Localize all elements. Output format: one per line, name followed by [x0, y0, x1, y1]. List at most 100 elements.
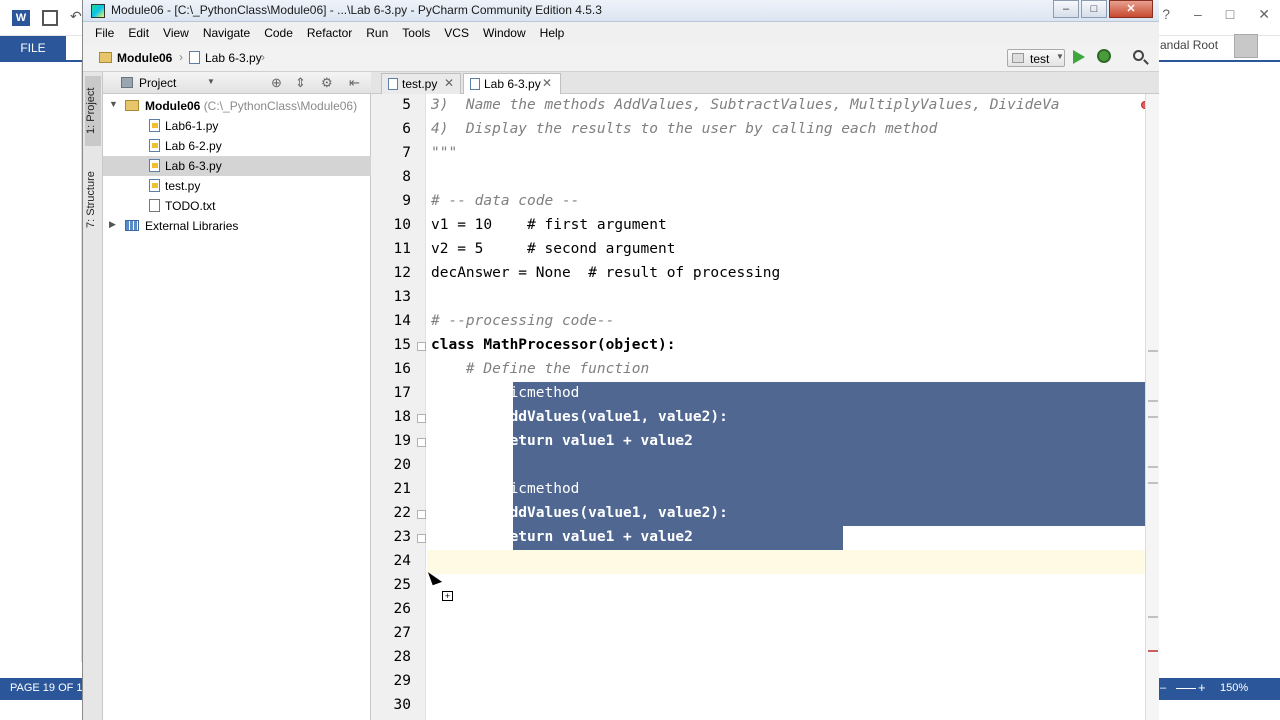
tree-item-file-selected[interactable]: Lab 6-3.py	[103, 156, 371, 176]
folder-icon	[99, 52, 112, 63]
scroll-from-source-icon[interactable]: ⊕	[271, 75, 282, 91]
page-count[interactable]: PAGE 19 OF 1	[10, 682, 83, 694]
code-line: 28	[371, 646, 1145, 670]
close-button[interactable]: ✕	[1258, 6, 1270, 23]
hide-panel-icon[interactable]: ⇤	[349, 75, 360, 91]
breadcrumb-module[interactable]: Module06	[117, 51, 172, 65]
undo-icon[interactable]: ↶	[70, 8, 82, 25]
maximize-button[interactable]: □	[1226, 6, 1234, 23]
menu-view[interactable]: View	[163, 26, 189, 40]
tool-tab-structure[interactable]: 7: Structure	[85, 160, 101, 240]
menu-file[interactable]: File	[95, 26, 114, 40]
search-icon[interactable]	[1133, 50, 1144, 61]
code-line: 23 return value1 + value2	[371, 526, 1145, 550]
code-line: 13	[371, 286, 1145, 310]
tree-external-libraries[interactable]: ▶ External Libraries	[103, 216, 371, 236]
user-name[interactable]: andal Root	[1160, 38, 1218, 52]
code-line: 30	[371, 694, 1145, 718]
menu-run[interactable]: Run	[366, 26, 388, 40]
tree-root-label: Module06 (C:\_PythonClass\Module06)	[145, 99, 357, 113]
breadcrumb-file[interactable]: Lab 6-3.py	[205, 51, 262, 65]
root-name: Module06	[145, 99, 201, 113]
zoom-in-icon[interactable]: +	[1198, 680, 1206, 695]
help-button[interactable]: ?	[1162, 6, 1170, 23]
tree-item-label: test.py	[165, 179, 201, 193]
zoom-slider[interactable]	[1176, 688, 1196, 689]
code-line: 17 @staticmethod	[371, 382, 1145, 406]
stripe-marker[interactable]	[1148, 466, 1158, 468]
menu-edit[interactable]: Edit	[128, 26, 149, 40]
tab-test-py[interactable]: test.py ✕	[381, 73, 461, 94]
save-icon[interactable]	[42, 10, 58, 26]
tree-item-file[interactable]: Lab 6-2.py	[103, 136, 371, 156]
stripe-marker[interactable]	[1148, 350, 1158, 352]
collapse-all-icon[interactable]: ⇕	[295, 75, 306, 91]
stripe-marker[interactable]	[1148, 616, 1158, 618]
zoom-level[interactable]: 150%	[1220, 682, 1248, 694]
menu-window[interactable]: Window	[483, 26, 526, 40]
tree-item-label: Lab 6-2.py	[165, 139, 222, 153]
tree-item-label: TODO.txt	[165, 199, 216, 213]
error-stripe[interactable]	[1145, 94, 1159, 720]
tool-tab-project[interactable]: 1: Project	[85, 76, 101, 146]
gear-icon[interactable]: ⚙	[321, 75, 333, 91]
line-number: 8	[402, 169, 411, 185]
tree-item-file[interactable]: Lab6-1.py	[103, 116, 371, 136]
line-number: 13	[393, 289, 411, 305]
tree-item-file[interactable]: test.py	[103, 176, 371, 196]
minimize-button[interactable]: –	[1053, 0, 1079, 18]
code-line: 10 v1 = 10 # first argument	[371, 214, 1145, 238]
stripe-marker[interactable]	[1148, 400, 1158, 402]
stripe-marker-error[interactable]	[1148, 650, 1158, 652]
expand-arrow-icon[interactable]: ▼	[109, 99, 118, 109]
line-number: 24	[393, 553, 411, 569]
menu-help[interactable]: Help	[540, 26, 565, 40]
text-file-icon	[149, 199, 160, 212]
code-line: 15 class MathProcessor(object):	[371, 334, 1145, 358]
chevron-down-icon[interactable]: ▼	[207, 77, 215, 86]
line-number: 16	[393, 361, 411, 377]
menu-code[interactable]: Code	[264, 26, 293, 40]
menu-tools[interactable]: Tools	[402, 26, 430, 40]
python-config-icon	[1012, 53, 1024, 63]
stripe-marker[interactable]	[1148, 482, 1158, 484]
breadcrumb-separator-icon: ›	[261, 50, 265, 64]
fold-marker-icon[interactable]	[417, 438, 426, 447]
line-number: 5	[402, 97, 411, 113]
maximize-button[interactable]: □	[1081, 0, 1107, 18]
menu-navigate[interactable]: Navigate	[203, 26, 250, 40]
close-button[interactable]: ✕	[1109, 0, 1153, 18]
fold-marker-icon[interactable]	[417, 414, 426, 423]
fold-marker-icon[interactable]	[417, 510, 426, 519]
expand-arrow-icon[interactable]: ▶	[109, 219, 116, 230]
minimize-button[interactable]: –	[1194, 6, 1202, 23]
folder-icon	[125, 100, 139, 111]
zoom-out-icon[interactable]: –	[1160, 682, 1166, 694]
debug-icon[interactable]	[1097, 49, 1111, 63]
menu-vcs[interactable]: VCS	[444, 26, 469, 40]
run-icon[interactable]	[1073, 50, 1085, 64]
stripe-marker[interactable]	[1148, 416, 1158, 418]
project-view-label[interactable]: Project	[139, 76, 176, 90]
close-icon[interactable]: ✕	[542, 76, 552, 90]
code-line: 26	[371, 598, 1145, 622]
word-app-icon: W	[12, 10, 30, 26]
file-tab[interactable]: FILE	[0, 36, 66, 60]
tree-item-file[interactable]: TODO.txt	[103, 196, 371, 216]
code-editor[interactable]: 5 3) Name the methods AddValues, Subtrac…	[371, 94, 1145, 720]
tab-lab-6-3-py[interactable]: Lab 6-3.py ✕	[463, 73, 561, 94]
document-page-right	[1158, 62, 1264, 662]
code-line: 8	[371, 166, 1145, 190]
tool-window-strip: 1: Project 7: Structure	[83, 72, 103, 720]
run-config-select[interactable]: test ▼	[1007, 49, 1065, 67]
fold-marker-icon[interactable]	[417, 534, 426, 543]
avatar[interactable]	[1234, 34, 1258, 58]
tree-root-module[interactable]: ▼ Module06 (C:\_PythonClass\Module06)	[103, 96, 371, 116]
fold-marker-icon[interactable]	[417, 342, 426, 351]
line-text: """	[431, 145, 458, 161]
menu-refactor[interactable]: Refactor	[307, 26, 352, 40]
close-icon[interactable]: ✕	[444, 76, 454, 90]
code-line: 22 def AddValues(value1, value2):	[371, 502, 1145, 526]
code-line-current: 24	[371, 550, 1145, 574]
line-number: 28	[393, 649, 411, 665]
